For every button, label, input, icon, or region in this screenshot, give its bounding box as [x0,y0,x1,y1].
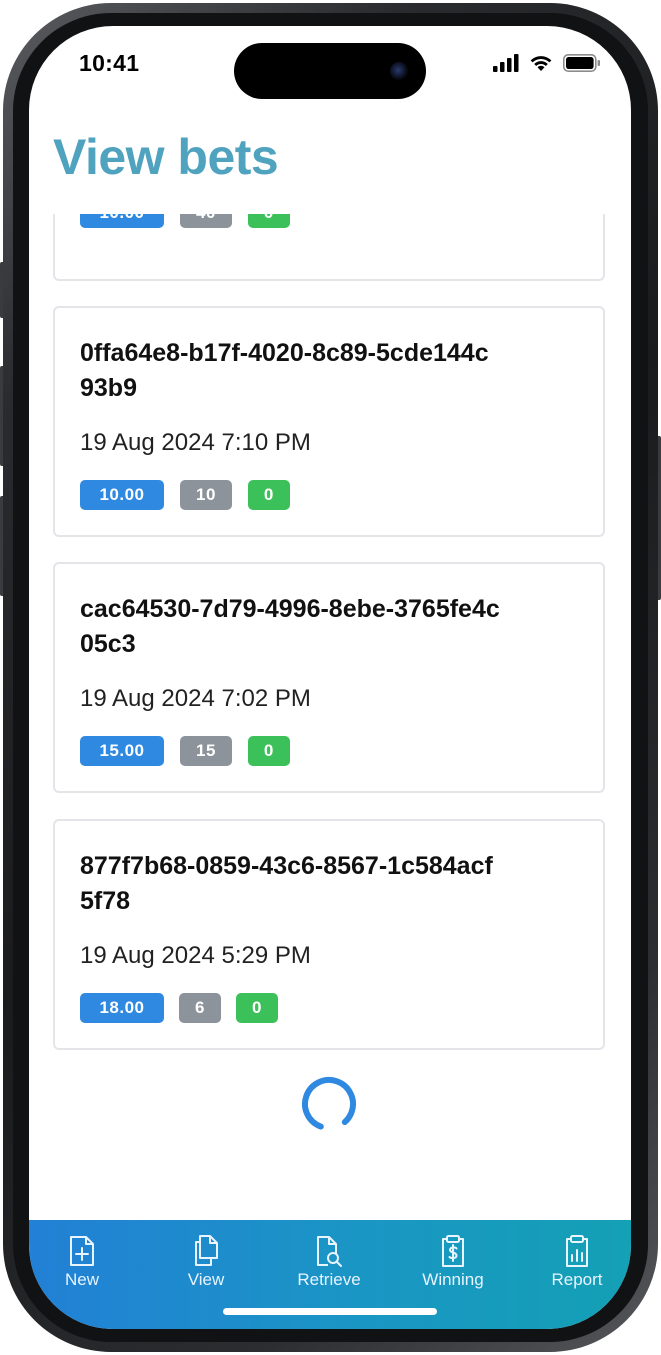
dynamic-island [234,43,426,99]
tab-report[interactable]: Report [522,1234,631,1290]
bet-id: cac64530-7d79-4996-8ebe-3765fe4c05c3 [80,595,500,658]
home-indicator[interactable] [223,1308,437,1315]
status-icons [493,54,601,72]
bet-badges: 10.00 40 0 [80,214,290,228]
bet-card[interactable]: 0ffa64e8-b17f-4020-8c89-5cde144c93b9 19 … [53,306,605,537]
tab-winning[interactable]: Winning [398,1234,508,1290]
bet-card-partial[interactable]: 10.00 40 0 [53,214,605,281]
screen: 10:41 View bets 0ffa64e8-b17f-4020-8c89-… [29,26,631,1329]
phone-frame: 10:41 View bets 0ffa64e8-b17f-4020-8c89-… [0,0,661,1355]
clipboard-chart-icon [566,1235,588,1267]
count-badge: 10 [180,480,232,510]
tab-label: New [64,1270,99,1289]
amount-badge: 18.00 [80,993,164,1023]
status-time: 10:41 [79,50,140,76]
tab-label: Winning [422,1270,484,1289]
loading-spinner-icon [302,1077,356,1131]
clipboard-dollar-icon [442,1235,464,1267]
tab-label: Report [551,1270,603,1289]
document-plus-icon [70,1236,94,1266]
count-badge: 15 [180,736,232,766]
bet-card[interactable]: 877f7b68-0859-43c6-8567-1c584acf5f78 19 … [53,819,605,1050]
battery-icon [563,54,600,72]
bet-id: 877f7b68-0859-43c6-8567-1c584acf5f78 [80,852,493,915]
wifi-icon [530,56,552,71]
count-badge: 40 [180,214,232,228]
cellular-signal-icon [493,54,519,72]
documents-copy-icon [195,1235,218,1266]
wins-badge: 0 [247,736,290,766]
tab-new[interactable]: New [29,1234,137,1290]
front-camera-icon [390,62,408,80]
bet-badges: 10.00 10 0 [80,480,290,510]
bet-date: 19 Aug 2024 7:02 PM [80,685,311,712]
document-search-icon [317,1236,342,1267]
amount-badge: 15.00 [80,736,164,766]
amount-badge: 10.00 [80,480,164,510]
tab-label: Retrieve [297,1270,361,1289]
tab-view[interactable]: View [151,1234,261,1290]
bet-badges: 15.00 15 0 [80,736,290,766]
wins-badge: 0 [247,214,290,228]
amount-badge: 10.00 [80,214,164,228]
bet-card[interactable]: cac64530-7d79-4996-8ebe-3765fe4c05c3 19 … [53,562,605,793]
bet-date: 19 Aug 2024 5:29 PM [80,942,311,969]
bets-list[interactable]: 10.00 40 0 0ffa64e8-b17f-4020-8c89-5cde1… [29,214,631,1220]
bet-date: 19 Aug 2024 7:10 PM [80,429,311,456]
tab-label: View [187,1270,225,1289]
wins-badge: 0 [247,480,290,510]
count-badge: 6 [179,993,221,1023]
page-title: View bets [53,129,279,185]
bet-id: 0ffa64e8-b17f-4020-8c89-5cde144c93b9 [80,339,489,402]
wins-badge: 0 [235,993,278,1023]
bet-badges: 18.00 6 0 [80,993,278,1023]
tab-retrieve[interactable]: Retrieve [274,1234,384,1290]
